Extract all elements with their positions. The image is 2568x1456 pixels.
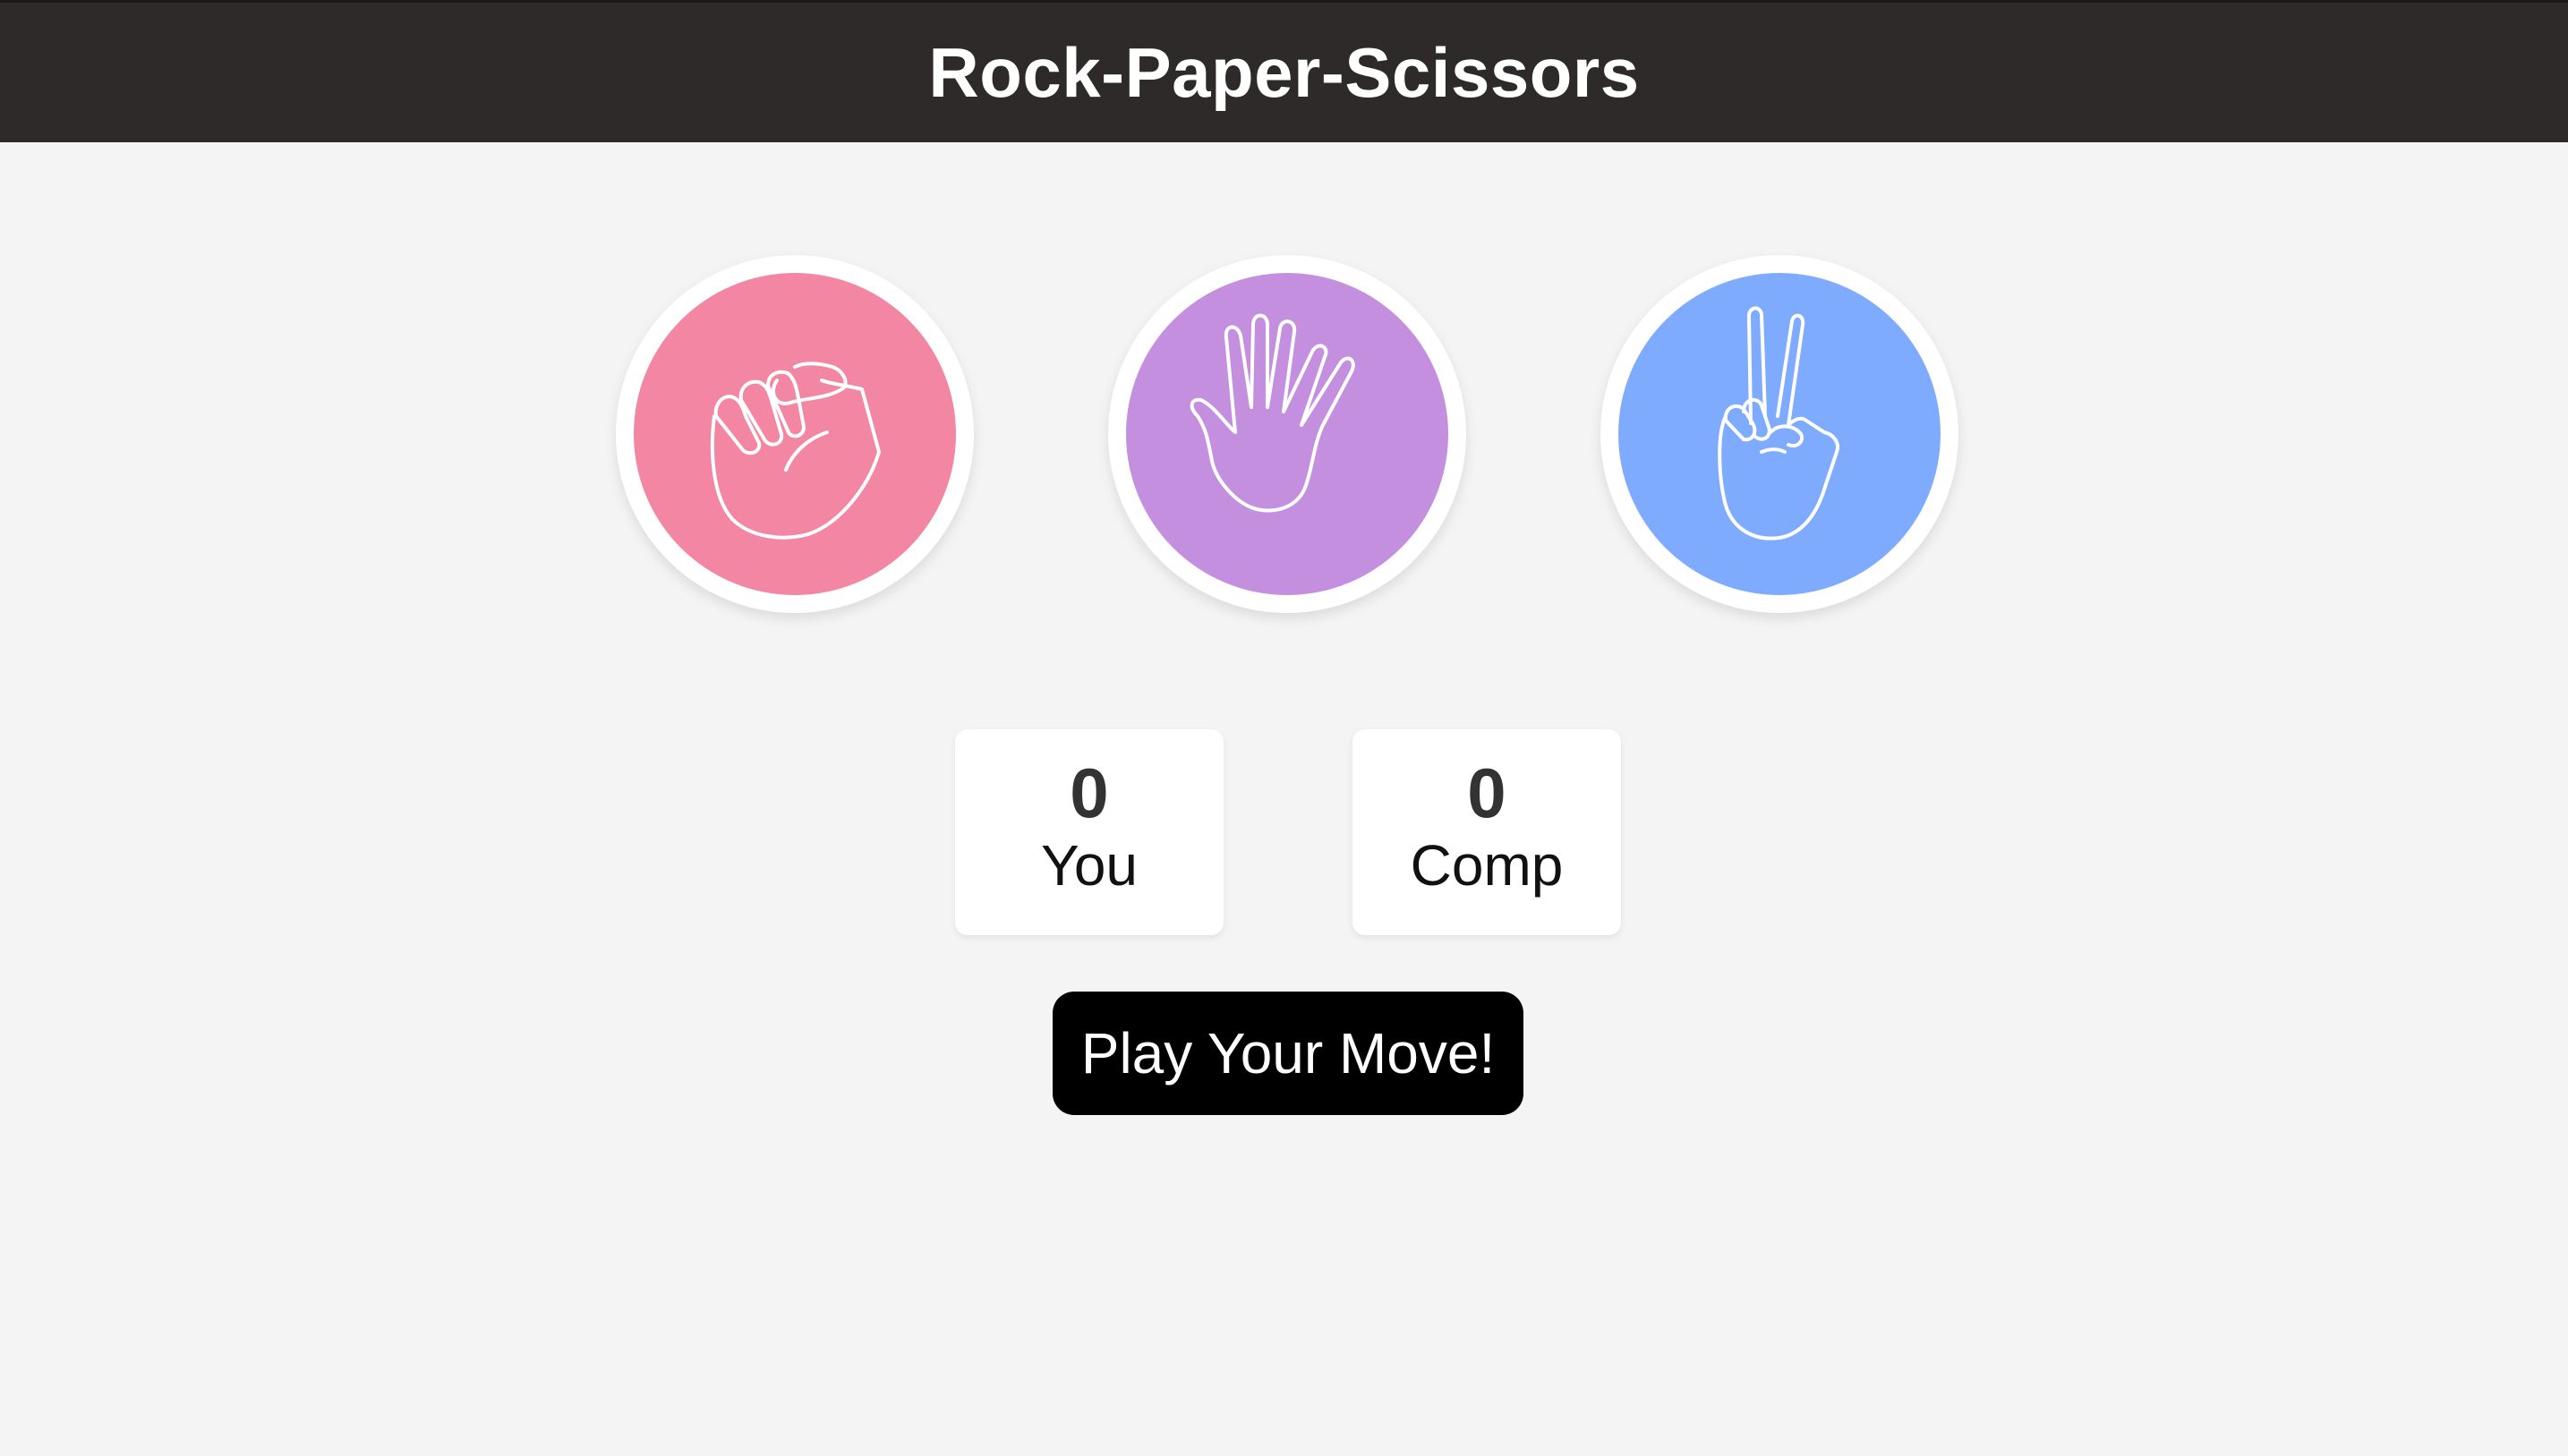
computer-score-label: Comp <box>1410 833 1564 898</box>
computer-score-card: 0 Comp <box>1352 729 1621 935</box>
computer-score-value: 0 <box>1467 754 1506 832</box>
user-score-card: 0 You <box>955 729 1224 935</box>
open-hand-icon <box>1190 313 1355 513</box>
rock-disc <box>634 273 956 595</box>
paper-choice-button[interactable] <box>1108 255 1466 613</box>
page-title: Rock-Paper-Scissors <box>928 32 1640 112</box>
peace-hand-icon <box>1718 306 1839 541</box>
rock-choice-button[interactable] <box>616 255 974 613</box>
scissors-disc <box>1618 273 1941 595</box>
paper-disc <box>1126 273 1448 595</box>
scissors-choice-button[interactable] <box>1600 255 1958 613</box>
user-score-label: You <box>1041 833 1138 898</box>
play-your-move-button[interactable]: Play Your Move! <box>1053 992 1523 1115</box>
user-score-value: 0 <box>1070 754 1109 832</box>
app-header: Rock-Paper-Scissors <box>0 0 2568 142</box>
fist-icon <box>710 362 881 540</box>
